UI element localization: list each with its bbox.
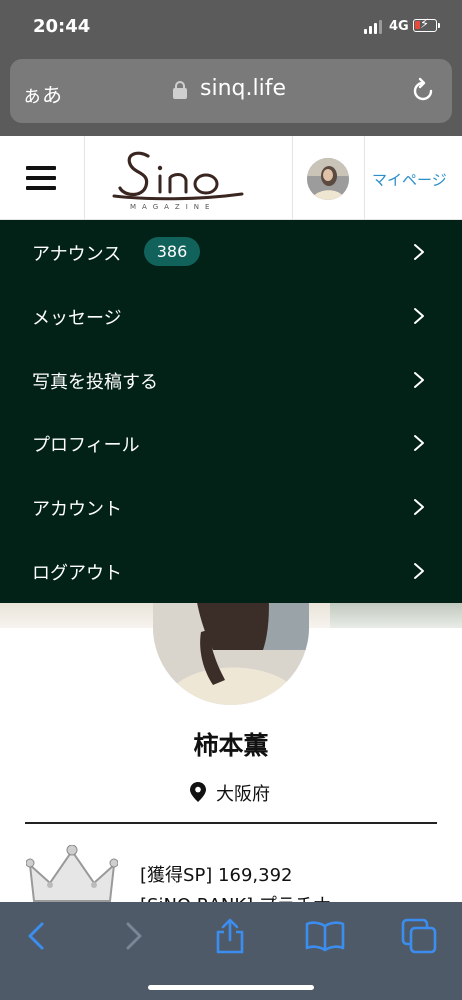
battery-icon: ⚡ [413, 17, 437, 32]
chevron-right-icon [414, 308, 424, 324]
menu-item-label: メッセージ [32, 308, 122, 329]
menu-item-label: 写真を投稿する [32, 372, 158, 393]
reload-icon[interactable] [409, 77, 437, 105]
url-bar[interactable]: ぁあ sinq.life [10, 59, 452, 123]
text-size-button[interactable]: ぁあ [22, 79, 62, 108]
home-indicator [148, 985, 314, 990]
crown-icon [26, 845, 118, 902]
status-bar: 20:44 4G ⚡ [0, 0, 462, 52]
location-pin-icon [190, 782, 206, 802]
menu-item-announce[interactable]: アナウンス 386 [0, 220, 462, 284]
menu-item-messages[interactable]: メッセージ [0, 284, 462, 348]
chevron-right-icon [414, 435, 424, 451]
profile-name: 柿本薫 [193, 731, 269, 760]
network-type: 4G [389, 19, 409, 34]
battery-tip [438, 23, 440, 28]
menu-item-label: プロフィール [32, 435, 140, 456]
header-divider [364, 136, 365, 220]
chevron-right-icon [414, 563, 424, 579]
chevron-right-icon [414, 244, 424, 260]
browser-chrome: 20:44 4G ⚡ ぁあ sinq.life [0, 0, 462, 136]
share-icon[interactable] [210, 918, 250, 954]
menu-item-account[interactable]: アカウント [0, 475, 462, 539]
menu-item-label: アカウント [32, 499, 122, 520]
profile-cover-right [330, 602, 462, 628]
divider [25, 822, 437, 824]
status-time: 20:44 [33, 16, 91, 37]
forward-icon[interactable] [112, 918, 152, 954]
menu-item-label: ログアウト [32, 563, 122, 584]
header-divider [84, 136, 85, 220]
user-avatar[interactable] [307, 158, 349, 200]
chevron-right-icon [414, 372, 424, 388]
menu-item-label: アナウンス [32, 244, 122, 265]
location-text: 大阪府 [216, 784, 270, 805]
tabs-icon[interactable] [401, 918, 441, 954]
menu-item-profile[interactable]: プロフィール [0, 411, 462, 475]
mypage-link[interactable]: マイページ [372, 169, 447, 190]
menu-item-post-photo[interactable]: 写真を投稿する [0, 348, 462, 412]
bookmarks-icon[interactable] [305, 918, 345, 954]
earned-sp: [獲得SP] 169,392 [140, 865, 293, 886]
chevron-right-icon [414, 499, 424, 515]
menu-item-logout[interactable]: ログアウト [0, 539, 462, 603]
site-header: MAGAZINE マイページ [0, 136, 462, 220]
nav-menu: アナウンス 386 メッセージ 写真を投稿する プロフィール アカウント ログア… [0, 220, 462, 603]
hamburger-icon[interactable] [26, 166, 58, 192]
logo-subtitle: MAGAZINE [130, 203, 216, 211]
signal-icon [364, 20, 384, 34]
announce-count-badge: 386 [144, 237, 200, 266]
lock-icon [173, 81, 187, 99]
back-icon[interactable] [18, 918, 58, 954]
header-divider [292, 136, 293, 220]
url-domain[interactable]: sinq.life [200, 76, 286, 101]
